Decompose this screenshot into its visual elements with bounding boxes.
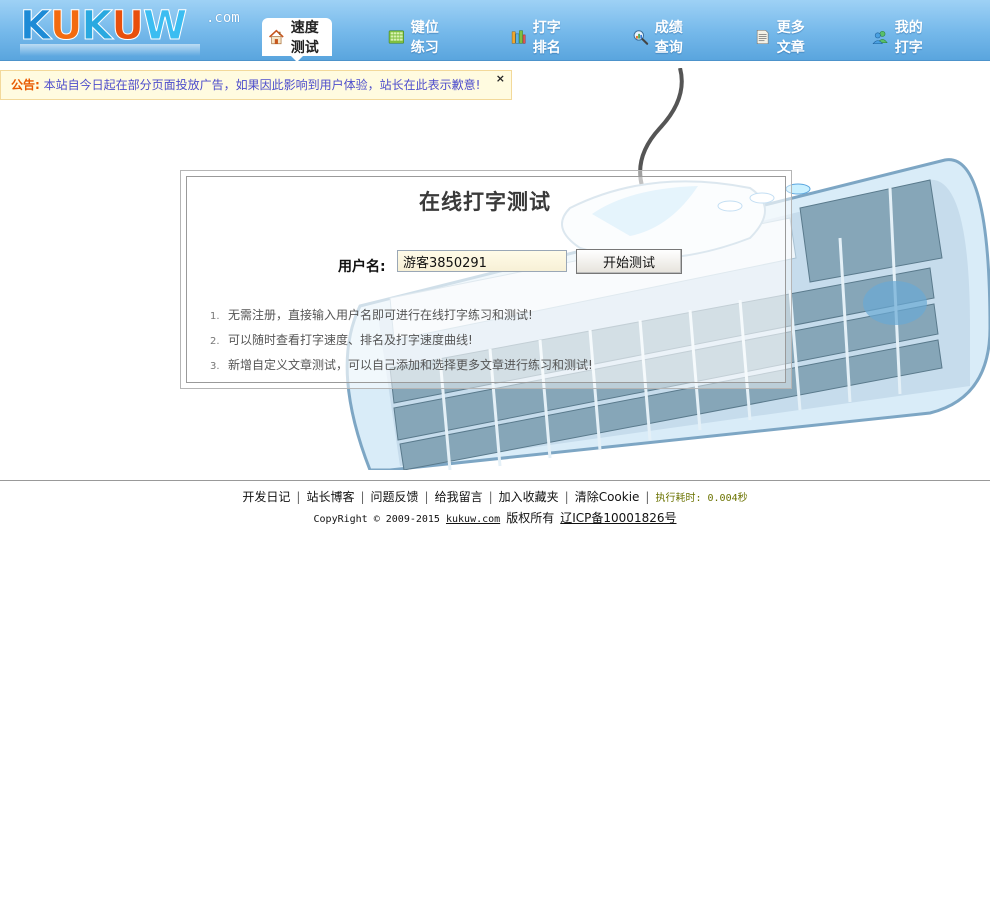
footer-link-message[interactable]: 给我留言 xyxy=(435,490,483,504)
books-icon xyxy=(511,30,526,44)
document-icon xyxy=(756,29,769,45)
header-bar: KUKUW .com 速度测试 键位练习 打字排名 成绩查询 更多文章 我的打字 xyxy=(0,0,990,62)
nav-ranking-label: 打字排名 xyxy=(532,20,561,56)
site-link[interactable]: kukuw.com xyxy=(446,514,500,525)
nav-more-articles[interactable]: 更多文章 xyxy=(754,18,806,56)
execution-time: 执行耗时: 0.004秒 xyxy=(655,493,748,504)
nav-key-practice-label: 键位练习 xyxy=(410,20,439,56)
rights-text: 版权所有 xyxy=(506,511,555,525)
nav-score-query[interactable]: 成绩查询 xyxy=(632,18,684,56)
nav-key-practice[interactable]: 键位练习 xyxy=(388,18,440,56)
users-icon xyxy=(872,30,888,45)
test-panel-title: 在线打字测试 xyxy=(419,189,551,214)
footer-link-clear-cookie[interactable]: 清除Cookie xyxy=(575,490,640,504)
copyright-text: CopyRight © 2009-2015 xyxy=(313,514,440,525)
tip-item: 2. 可以随时查看打字速度、排名及打字速度曲线! xyxy=(210,331,593,356)
icp-link[interactable]: 辽ICP备10001826号 xyxy=(560,511,676,525)
footer-divider xyxy=(0,480,990,481)
nav-speed-test-label: 速度测试 xyxy=(290,20,319,56)
magnifier-chart-icon xyxy=(633,30,649,45)
logo-suffix: .com xyxy=(206,10,240,26)
nav-ranking[interactable]: 打字排名 xyxy=(510,18,562,56)
footer-link-dev-diary[interactable]: 开发日记 xyxy=(242,490,290,504)
nav-score-query-label: 成绩查询 xyxy=(654,20,683,56)
footer-link-bookmark[interactable]: 加入收藏夹 xyxy=(499,490,559,504)
footer-copyright: CopyRight © 2009-2015 kukuw.com 版权所有 辽IC… xyxy=(0,509,990,526)
tip-text: 可以随时查看打字速度、排名及打字速度曲线! xyxy=(228,333,473,347)
footer-separator: | xyxy=(360,490,365,504)
tip-item: 1. 无需注册，直接输入用户名即可进行在线打字练习和测试! xyxy=(210,306,593,331)
home-icon xyxy=(269,29,284,45)
footer-separator: | xyxy=(296,490,301,504)
username-label: 用户名: xyxy=(338,259,386,275)
tip-text: 新增自定义文章测试，可以自己添加和选择更多文章进行练习和测试! xyxy=(228,358,593,372)
footer-link-blog[interactable]: 站长博客 xyxy=(306,490,354,504)
keyboard-grid-icon xyxy=(388,30,404,44)
nav-my-typing[interactable]: 我的打字 xyxy=(872,18,924,56)
tip-item: 3. 新增自定义文章测试，可以自己添加和选择更多文章进行练习和测试! xyxy=(210,356,593,381)
site-logo[interactable]: KUKUW .com xyxy=(20,6,250,56)
announcement-label: 公告: xyxy=(11,78,40,92)
username-input[interactable] xyxy=(397,250,567,272)
logo-reflection xyxy=(20,44,200,56)
tip-number: 3. xyxy=(210,361,220,372)
start-test-button[interactable]: 开始测试 xyxy=(576,249,682,274)
footer-separator: | xyxy=(564,490,569,504)
tip-number: 1. xyxy=(210,311,220,322)
tip-text: 无需注册，直接输入用户名即可进行在线打字练习和测试! xyxy=(228,308,533,322)
nav-my-typing-label: 我的打字 xyxy=(894,20,923,56)
nav-speed-test[interactable]: 速度测试 xyxy=(262,18,332,62)
footer-links: 开发日记 | 站长博客 | 问题反馈 | 给我留言 | 加入收藏夹 | 清除Cookie | 执行耗时:… xyxy=(0,488,990,505)
footer-separator: | xyxy=(488,490,493,504)
tip-number: 2. xyxy=(210,336,220,347)
footer-separator: | xyxy=(645,490,650,504)
logo-text: KUKUW xyxy=(20,3,188,49)
nav-more-articles-label: 更多文章 xyxy=(776,20,805,56)
tips-list: 1. 无需注册，直接输入用户名即可进行在线打字练习和测试! 2. 可以随时查看打字速… xyxy=(210,306,593,381)
footer-link-feedback[interactable]: 问题反馈 xyxy=(371,490,419,504)
footer-separator: | xyxy=(424,490,429,504)
